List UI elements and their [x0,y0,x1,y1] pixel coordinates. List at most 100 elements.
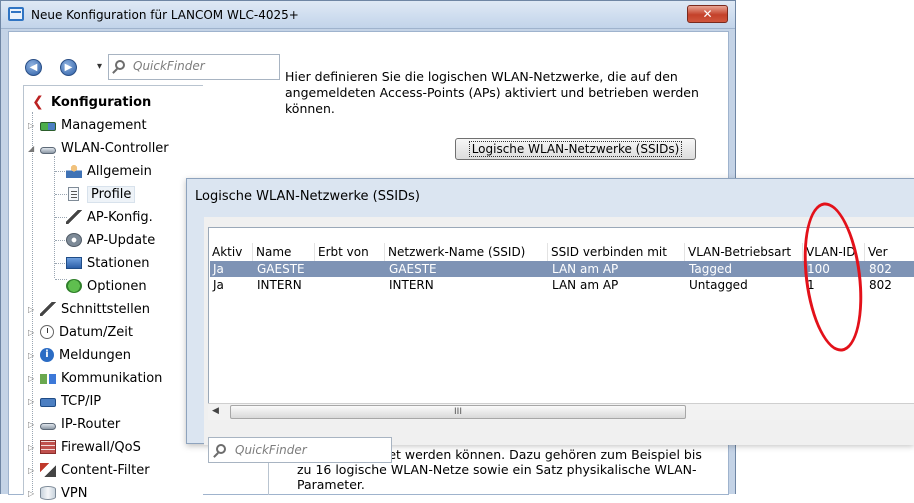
column-header-name[interactable]: Name [253,243,315,261]
expand-arrow-icon[interactable]: ▷ [28,443,34,452]
back-button[interactable]: ◀ [25,59,42,76]
tree-item-datum-zeit[interactable]: Datum/Zeit [40,322,133,342]
tree-item-label: TCP/IP [61,393,102,409]
cell-aktiv: Ja [213,262,224,276]
column-header-erbt-von[interactable]: Erbt von [315,243,385,261]
ssid-table: Aktiv Name Erbt von Netzwerk-Name (SSID)… [208,227,914,416]
gear-icon [66,233,82,247]
column-header-vlan-betriebsart[interactable]: VLAN-Betriebsart [685,243,803,261]
cell-ssid-verbinden: LAN am AP [552,262,619,276]
expand-arrow-icon[interactable]: ▷ [28,397,34,406]
tree-item-label: Content-Filter [61,462,150,478]
cell-ssid: GAESTE [389,262,437,276]
window-title: Neue Konfiguration für LANCOM WLC-4025+ [31,8,299,22]
tree-item-management[interactable]: Management [40,115,147,135]
column-header-ssid-verbinden[interactable]: SSID verbinden mit [548,243,685,261]
expand-arrow-icon[interactable]: ▷ [28,466,34,475]
interfaces-icon [40,302,56,316]
collapse-arrow-icon[interactable]: ◢ [28,144,34,153]
tree-item-label: Schnittstellen [61,301,151,317]
column-header-version[interactable]: Ver [865,243,914,261]
tree-item-firewall-qos[interactable]: Firewall/QoS [40,437,141,457]
expand-arrow-icon[interactable]: ▷ [28,351,34,360]
tool-icon [66,210,82,224]
app-window-icon [8,7,24,21]
tree-item-label: Profile [87,185,136,203]
options-icon [66,279,82,293]
expand-arrow-icon[interactable]: ▷ [28,328,34,337]
tree-item-meldungen[interactable]: i Meldungen [40,345,131,365]
table-row[interactable]: Ja INTERN INTERN LAN am AP Untagged 1 80… [210,277,914,293]
dialog-quickfinder-input[interactable]: QuickFinder [208,437,392,463]
tree-item-wlan-controller[interactable]: WLAN-Controller [40,138,169,158]
expand-arrow-icon[interactable]: ▷ [28,305,34,314]
quickfinder-placeholder: QuickFinder [133,59,205,73]
tree-item-label: Stationen [87,255,150,271]
router-icon [40,423,56,430]
quickfinder-input[interactable]: QuickFinder [108,54,280,80]
horizontal-scrollbar[interactable]: ◀ III [208,403,914,420]
scroll-left-icon[interactable]: ◀ [212,406,219,416]
tree-item-label: WLAN-Controller [61,140,169,156]
tree-item-label: Konfiguration [51,94,152,110]
panel-description: Hier definieren Sie die logischen WLAN-N… [285,69,699,116]
tree-item-content-filter[interactable]: Content-Filter [40,460,150,480]
cell-aktiv: Ja [213,278,224,292]
network-icon [40,374,56,384]
person-icon [66,164,82,178]
column-header-vlan-id[interactable]: VLAN-ID [803,243,865,261]
scrollbar-thumb[interactable]: III [230,405,686,419]
expand-arrow-icon[interactable]: ▷ [28,420,34,429]
column-header-ssid[interactable]: Netzwerk-Name (SSID) [385,243,548,261]
filter-icon [40,463,56,477]
logical-wlan-networks-button-label: Logische WLAN-Netzwerke (SSIDs) [468,141,683,157]
firewall-icon [40,440,56,454]
tree-item-profile[interactable]: Profile [66,184,136,204]
tree-item-label: AP-Konfig. [87,209,153,225]
info-icon: i [40,348,54,362]
dialog-title: Logische WLAN-Netzwerke (SSIDs) [195,189,420,204]
config-tree: ❮ Konfiguration ▷ Management ◢ WLAN-Cont… [23,85,203,501]
expand-arrow-icon[interactable]: ▷ [28,374,34,383]
table-row[interactable]: Ja GAESTE GAESTE LAN am AP Tagged 100 80… [210,261,914,277]
tree-item-stationen[interactable]: Stationen [66,253,149,273]
cell-ssid: INTERN [389,278,434,292]
document-icon [68,187,79,201]
forward-button[interactable]: ▶ [60,59,77,76]
tree-item-label: Firewall/QoS [61,439,141,455]
tree-item-label: Kommunikation [61,370,163,386]
expand-arrow-icon[interactable]: ▷ [28,121,34,130]
ssid-dialog: Logische WLAN-Netzwerke (SSIDs) Aktiv Na… [186,178,914,463]
cell-vlan-id: 100 [807,262,830,276]
tree-item-tcp-ip[interactable]: TCP/IP [40,391,101,411]
cell-version: 802 [869,278,892,292]
tree-item-konfiguration[interactable]: ❮ Konfiguration [30,92,151,112]
logical-wlan-networks-button[interactable]: Logische WLAN-Netzwerke (SSIDs) [455,138,696,160]
cell-name: INTERN [257,278,302,292]
column-header-aktiv[interactable]: Aktiv [209,243,253,261]
tree-item-label: Meldungen [59,347,132,363]
monitor-icon [40,122,56,131]
tree-item-ap-konfig[interactable]: AP-Konfig. [66,207,153,227]
router-icon [40,147,56,154]
tree-item-ip-router[interactable]: IP-Router [40,414,120,434]
tree-item-label: Datum/Zeit [59,324,133,340]
cell-version: 802 [869,262,892,276]
history-dropdown-icon[interactable]: ▾ [97,61,102,72]
table-header: Aktiv Name Erbt von Netzwerk-Name (SSID)… [209,243,914,261]
tree-item-kommunikation[interactable]: Kommunikation [40,368,162,388]
tree-item-optionen[interactable]: Optionen [66,276,147,296]
tree-item-allgemein[interactable]: Allgemein [66,161,152,181]
search-icon [216,444,226,454]
cell-name: GAESTE [257,262,305,276]
tree-item-vpn[interactable]: VPN [40,483,87,503]
tree-item-schnittstellen[interactable]: Schnittstellen [40,299,150,319]
cell-vlan-id: 1 [807,278,815,292]
tree-item-ap-update[interactable]: AP-Update [66,230,155,250]
cell-vlan-betriebsart: Tagged [689,262,732,276]
close-button[interactable]: ✕ [687,5,728,23]
quickfinder-placeholder: QuickFinder [235,443,307,457]
dialog-body: Aktiv Name Erbt von Netzwerk-Name (SSID)… [204,217,914,463]
clock-icon [40,325,54,339]
tree-item-label: IP-Router [61,416,121,432]
